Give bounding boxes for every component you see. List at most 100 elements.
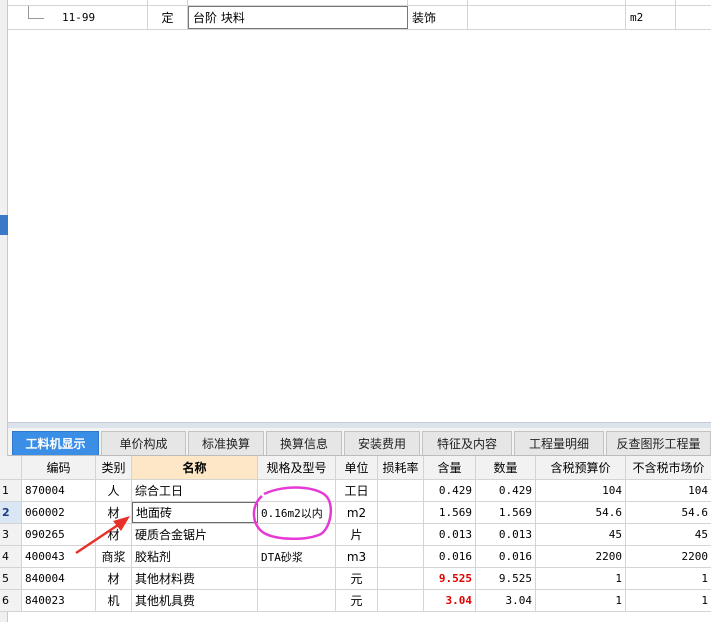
detail-tabs: 工料机显示 单价构成 标准换算 换算信息 安装费用 特征及内容 工程量明细 反查… [8,428,711,456]
cell-unit: 元 [336,568,378,589]
table-row[interactable]: 3 090265 材硬质合金锯片片 0.013 0.013 45 45 [0,524,711,546]
cell-qty: 3.04 [476,590,536,611]
cell-code: 840004 [22,568,96,589]
cell-code: 090265 [22,524,96,545]
cell-type: 材 [96,524,132,545]
table-row[interactable]: 5 840004 材其他材料费元 9.525 9.525 1 1 [0,568,711,590]
quota-grid-empty-area [8,30,711,422]
col-spec[interactable]: 规格及型号 [258,456,336,479]
cell-code: 840023 [22,590,96,611]
cell-unit: 工日 [336,480,378,501]
cell-code: 060002 [22,502,96,523]
tab-standard-conversion[interactable]: 标准换算 [188,431,264,455]
table-header: 编码 类别 名称 规格及型号 单位 损耗率 含量 数量 含税预算价 不含税市场价 [0,456,711,480]
col-code[interactable]: 编码 [22,456,96,479]
quota-grid: 11-99 定 台阶 块料 装饰 m2 [8,0,711,30]
cell-loss[interactable] [378,502,424,523]
cell-spec[interactable] [258,590,336,611]
cell-spec[interactable]: 0.16m2以内 [258,502,336,523]
row-number[interactable]: 4 [0,546,22,567]
col-content[interactable]: 含量 [424,456,476,479]
table-row[interactable]: 2 060002 材地面砖 0.16m2以内 m2 1.569 1.569 54.6 54.6 [0,502,711,524]
row-number[interactable]: 2 [0,502,22,523]
tab-material-display[interactable]: 工料机显示 [12,431,99,455]
tab-conversion-info[interactable]: 换算信息 [266,431,342,455]
col-qty[interactable]: 数量 [476,456,536,479]
cell-code: 400043 [22,546,96,567]
cell-qty: 0.016 [476,546,536,567]
table-row[interactable]: 6 840023 机其他机具费元 3.04 3.04 1 1 [0,590,711,612]
cell-code: 870004 [22,480,96,501]
row-number[interactable]: 3 [0,524,22,545]
cell-market-price[interactable]: 104 [626,480,711,501]
cell-type: 商浆 [96,546,132,567]
col-loss[interactable]: 损耗率 [378,456,424,479]
row-number[interactable]: 6 [0,590,22,611]
cell-name[interactable]: 其他机具费 [132,590,258,611]
quota-type: 定 [148,6,188,29]
left-panel-marker [0,215,8,235]
cell-qty: 0.429 [476,480,536,501]
cell-unit: m3 [336,546,378,567]
tab-unit-price[interactable]: 单价构成 [101,431,186,455]
cell-market-price[interactable]: 45 [626,524,711,545]
tab-graphic-quantity[interactable]: 反查图形工程量 [606,431,711,455]
cell-loss[interactable] [378,546,424,567]
cell-content[interactable]: 1.569 [424,502,476,523]
cell-market-price[interactable]: 1 [626,568,711,589]
cell-type: 机 [96,590,132,611]
table-row[interactable]: 4 400043 商浆 胶粘剂 DTA砂浆 m3 0.016 0.016 2200 2200 [0,546,711,568]
name-edit-field[interactable]: 地面砖 [132,502,258,523]
cell-name[interactable]: 硬质合金锯片 [132,524,258,545]
col-type[interactable]: 类别 [96,456,132,479]
cell-tax-price[interactable]: 1 [536,568,626,589]
material-table: 编码 类别 名称 规格及型号 单位 损耗率 含量 数量 含税预算价 不含税市场价… [0,456,711,614]
cell-unit: 片 [336,524,378,545]
cell-qty: 9.525 [476,568,536,589]
cell-content[interactable]: 9.525 [424,568,476,589]
tab-install-fee[interactable]: 安装费用 [344,431,420,455]
quota-unit: m2 [626,6,676,29]
tab-features[interactable]: 特征及内容 [422,431,512,455]
cell-loss[interactable] [378,524,424,545]
quota-name-field[interactable]: 台阶 块料 [188,6,408,29]
cell-market-price[interactable]: 1 [626,590,711,611]
cell-spec[interactable] [258,568,336,589]
cell-loss[interactable] [378,480,424,501]
cell-qty: 1.569 [476,502,536,523]
cell-type: 材 [96,502,132,523]
col-market-price[interactable]: 不含税市场价 [626,456,711,479]
cell-content[interactable]: 0.013 [424,524,476,545]
cell-content[interactable]: 0.016 [424,546,476,567]
cell-type: 人 [96,480,132,501]
cell-tax-price[interactable]: 54.6 [536,502,626,523]
quota-blank [468,6,626,29]
quota-category: 装饰 [408,6,468,29]
cell-content[interactable]: 3.04 [424,590,476,611]
cell-name[interactable]: 胶粘剂 [132,546,258,567]
cell-tax-price[interactable]: 1 [536,590,626,611]
cell-market-price[interactable]: 2200 [626,546,711,567]
cell-content[interactable]: 0.429 [424,480,476,501]
cell-unit: m2 [336,502,378,523]
cell-market-price[interactable]: 54.6 [626,502,711,523]
cell-name[interactable]: 其他材料费 [132,568,258,589]
cell-tax-price[interactable]: 45 [536,524,626,545]
quota-row[interactable]: 11-99 定 台阶 块料 装饰 m2 [8,6,711,30]
table-row[interactable]: 1 870004 人综合工日 工日 0.429 0.429 104 104 [0,480,711,502]
cell-tax-price[interactable]: 104 [536,480,626,501]
cell-name[interactable]: 综合工日 [132,480,258,501]
tab-quantity-detail[interactable]: 工程量明细 [514,431,604,455]
cell-spec[interactable] [258,524,336,545]
col-name[interactable]: 名称 [132,456,258,479]
col-tax-price[interactable]: 含税预算价 [536,456,626,479]
cell-spec[interactable]: DTA砂浆 [258,546,336,567]
cell-spec[interactable] [258,480,336,501]
cell-loss[interactable] [378,590,424,611]
row-number[interactable]: 1 [0,480,22,501]
row-number[interactable]: 5 [0,568,22,589]
cell-loss[interactable] [378,568,424,589]
col-unit[interactable]: 单位 [336,456,378,479]
cell-tax-price[interactable]: 2200 [536,546,626,567]
quota-code: 11-99 [8,6,148,29]
